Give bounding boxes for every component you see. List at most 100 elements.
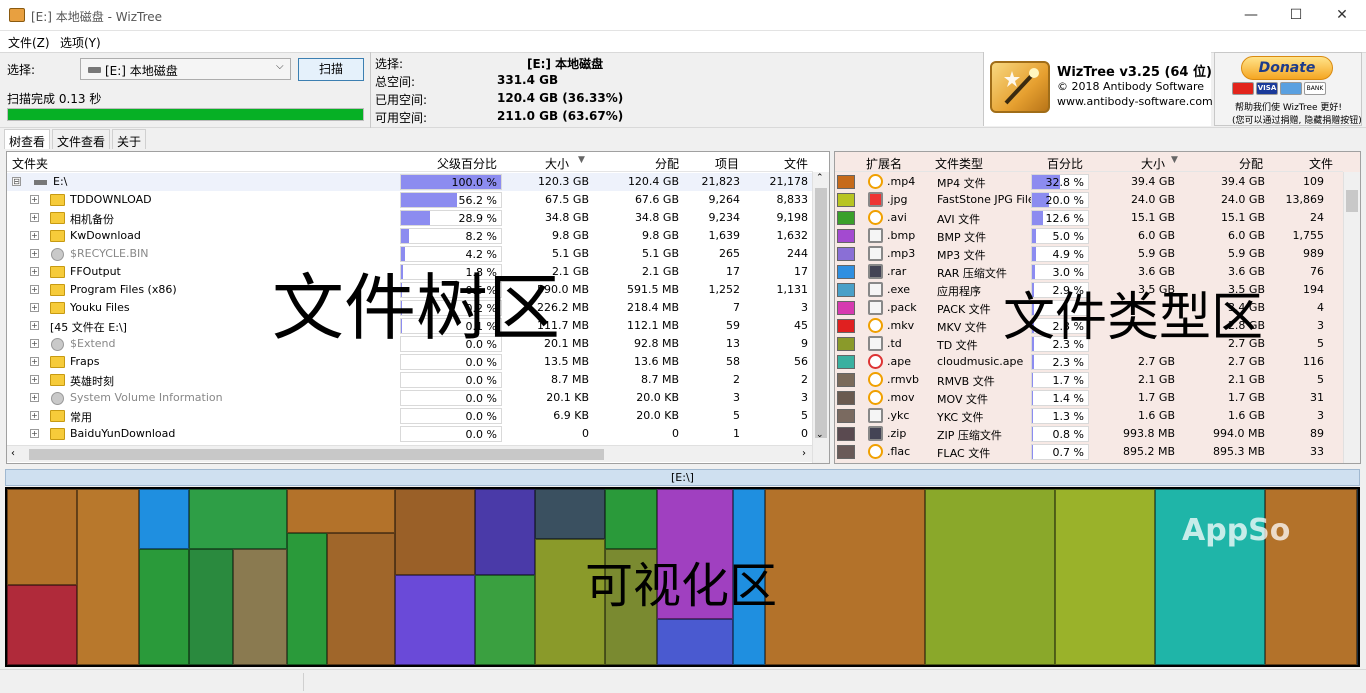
- treemap-block[interactable]: [189, 549, 233, 665]
- minimize-button[interactable]: —: [1228, 0, 1274, 31]
- tree-row[interactable]: + System Volume Information 0.0 % 20.1 KB 20…: [7, 389, 813, 407]
- type-row[interactable]: .mp3 MP3 文件 4.9 % 5.9 GB 5.9 GB 989: [835, 245, 1343, 263]
- tree-row[interactable]: + Fraps 0.0 % 13.5 MB 13.6 MB 58 56: [7, 353, 813, 371]
- expand-toggle-icon[interactable]: +: [30, 249, 39, 258]
- col-size[interactable]: 大小: [545, 155, 569, 172]
- type-row[interactable]: .rmvb RMVB 文件 1.7 % 2.1 GB 2.1 GB 5: [835, 371, 1343, 389]
- treemap-block[interactable]: [287, 489, 395, 533]
- cell-files: 3: [1317, 319, 1324, 332]
- treemap-block[interactable]: [765, 489, 925, 665]
- tree-vertical-scrollbar[interactable]: ⌃ ⌄: [812, 172, 829, 463]
- expand-toggle-icon[interactable]: +: [30, 357, 39, 366]
- folder-name: [45 文件在 E:\]: [50, 321, 127, 334]
- expand-toggle-icon[interactable]: +: [30, 393, 39, 402]
- col-extension[interactable]: 扩展名: [866, 155, 902, 172]
- treemap-block[interactable]: [327, 533, 395, 665]
- treemap-block[interactable]: [395, 489, 475, 575]
- treemap-block[interactable]: [7, 489, 77, 585]
- tree-row[interactable]: + KwDownload 8.2 % 9.8 GB 9.8 GB 1,639 1,632: [7, 227, 813, 245]
- tab-file-view[interactable]: 文件查看: [52, 129, 111, 149]
- treemap-block[interactable]: [233, 549, 287, 665]
- type-vertical-scrollbar[interactable]: [1343, 172, 1360, 463]
- col-type-allocated[interactable]: 分配: [1239, 155, 1263, 172]
- close-button[interactable]: ✕: [1319, 0, 1365, 31]
- col-parent-percent[interactable]: 父级百分比: [437, 155, 497, 172]
- color-swatch: [837, 337, 855, 351]
- treemap-block[interactable]: [395, 575, 475, 665]
- type-row[interactable]: .mp4 MP4 文件 32.8 % 39.4 GB 39.4 GB 109: [835, 173, 1343, 191]
- treemap-block[interactable]: [287, 533, 327, 665]
- col-type-size[interactable]: 大小: [1141, 155, 1165, 172]
- treemap-block[interactable]: [657, 619, 733, 665]
- menu-file[interactable]: 文件(Z): [8, 34, 50, 51]
- treemap-block[interactable]: [475, 489, 535, 575]
- expand-toggle-icon[interactable]: +: [30, 411, 39, 420]
- scan-progress-bar: [7, 108, 364, 121]
- type-scroll-thumb[interactable]: [1346, 190, 1358, 212]
- scroll-right-icon[interactable]: ›: [802, 448, 806, 459]
- expand-toggle-icon[interactable]: +: [30, 303, 39, 312]
- col-files[interactable]: 文件: [784, 155, 808, 172]
- expand-toggle-icon[interactable]: +: [30, 267, 39, 276]
- expand-toggle-icon[interactable]: +: [30, 231, 39, 240]
- expand-toggle-icon[interactable]: +: [30, 321, 39, 330]
- tree-scroll-thumb[interactable]: [815, 188, 827, 438]
- tree-row[interactable]: + BaiduYunDownload 0.0 % 0 0 1 0: [7, 425, 813, 443]
- col-folder[interactable]: 文件夹: [12, 155, 48, 172]
- expand-toggle-icon[interactable]: +: [30, 339, 39, 348]
- expand-toggle-icon[interactable]: +: [30, 195, 39, 204]
- tab-about[interactable]: 关于: [112, 129, 147, 149]
- drive-select[interactable]: [E:] 本地磁盘: [80, 58, 291, 80]
- chevron-down-icon[interactable]: ⌵: [276, 61, 284, 72]
- type-percent-bar: 2.3 %: [1031, 354, 1089, 370]
- tree-row[interactable]: + 英雄时刻 0.0 % 8.7 MB 8.7 MB 2 2: [7, 371, 813, 389]
- expand-toggle-icon[interactable]: +: [30, 375, 39, 384]
- col-percent[interactable]: 百分比: [1047, 155, 1083, 172]
- tree-row[interactable]: ⊟ E:\ 100.0 % 120.3 GB 120.4 GB 21,823 21,178: [7, 173, 813, 191]
- type-row[interactable]: .jpg FastStone JPG File 20.0 % 24.0 GB 24.0 …: [835, 191, 1343, 209]
- menu-options[interactable]: 选项(Y): [60, 34, 101, 51]
- type-row[interactable]: .flac FLAC 文件 0.7 % 895.2 MB 895.3 MB 33: [835, 443, 1343, 461]
- scroll-left-icon[interactable]: ‹: [11, 448, 15, 459]
- expand-toggle-icon[interactable]: +: [30, 429, 39, 438]
- tree-row[interactable]: + 相机备份 28.9 % 34.8 GB 34.8 GB 9,234 9,198: [7, 209, 813, 227]
- app-website-link[interactable]: www.antibody-software.com: [1057, 95, 1213, 108]
- tree-row[interactable]: + $RECYCLE.BIN 4.2 % 5.1 GB 5.1 GB 265 244: [7, 245, 813, 263]
- type-row[interactable]: .mov MOV 文件 1.4 % 1.7 GB 1.7 GB 31: [835, 389, 1343, 407]
- treemap-block[interactable]: [7, 585, 77, 665]
- maximize-button[interactable]: ☐: [1273, 0, 1319, 31]
- type-row[interactable]: .ape cloudmusic.ape 2.3 % 2.7 GB 2.7 GB 116: [835, 353, 1343, 371]
- treemap-block[interactable]: [1055, 489, 1155, 665]
- col-file-type[interactable]: 文件类型: [935, 155, 983, 172]
- donate-button[interactable]: Donate: [1241, 56, 1333, 80]
- treemap-block[interactable]: [535, 489, 605, 539]
- tree-row[interactable]: + TDDOWNLOAD 56.2 % 67.5 GB 67.6 GB 9,264 8,83…: [7, 191, 813, 209]
- file-type-name: RAR 压缩文件: [937, 267, 1007, 280]
- col-items[interactable]: 项目: [715, 155, 739, 172]
- treemap-block[interactable]: [925, 489, 1055, 665]
- treemap-block[interactable]: [139, 489, 189, 549]
- type-row[interactable]: .ykc YKC 文件 1.3 % 1.6 GB 1.6 GB 3: [835, 407, 1343, 425]
- scroll-down-icon[interactable]: ⌄: [816, 430, 824, 440]
- treemap-block[interactable]: [77, 489, 139, 665]
- scroll-up-icon[interactable]: ⌃: [816, 173, 824, 183]
- tree-row[interactable]: + 常用 0.0 % 6.9 KB 20.0 KB 5 5: [7, 407, 813, 425]
- col-allocated[interactable]: 分配: [655, 155, 679, 172]
- scan-button[interactable]: 扫描: [298, 58, 364, 81]
- type-row[interactable]: .zip ZIP 压缩文件 0.8 % 993.8 MB 994.0 MB 89: [835, 425, 1343, 443]
- type-row[interactable]: .avi AVI 文件 12.6 % 15.1 GB 15.1 GB 24: [835, 209, 1343, 227]
- type-percent-bar: 5.0 %: [1031, 228, 1089, 244]
- treemap-block[interactable]: [475, 575, 535, 665]
- treemap-block[interactable]: [139, 549, 189, 665]
- tree-horizontal-scrollbar[interactable]: ‹ ›: [7, 445, 812, 462]
- treemap-block[interactable]: [189, 489, 287, 549]
- treemap-block[interactable]: [605, 489, 657, 549]
- tab-tree-view[interactable]: 树查看: [4, 129, 51, 149]
- expand-toggle-icon[interactable]: ⊟: [12, 177, 21, 186]
- type-row[interactable]: .bmp BMP 文件 5.0 % 6.0 GB 6.0 GB 1,755: [835, 227, 1343, 245]
- expand-toggle-icon[interactable]: +: [30, 285, 39, 294]
- col-type-files[interactable]: 文件: [1309, 155, 1333, 172]
- tree-hscroll-thumb[interactable]: [29, 449, 604, 460]
- type-row[interactable]: .rar RAR 压缩文件 3.0 % 3.6 GB 3.6 GB 76: [835, 263, 1343, 281]
- expand-toggle-icon[interactable]: +: [30, 213, 39, 222]
